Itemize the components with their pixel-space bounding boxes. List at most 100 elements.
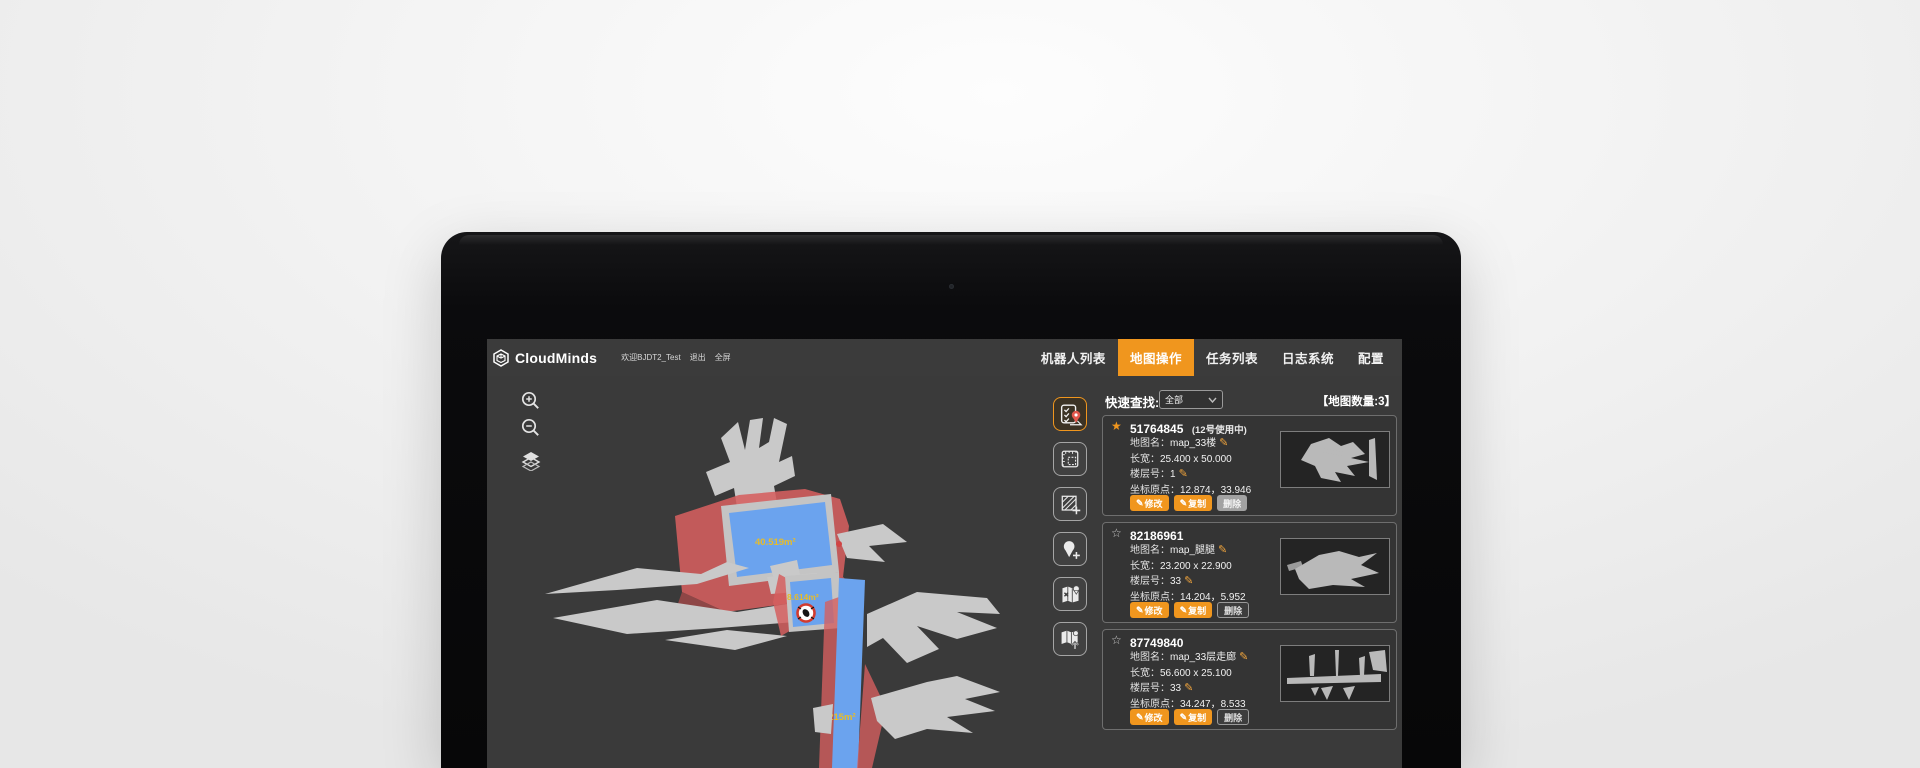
measure-area-icon [1058, 447, 1082, 471]
delete-button[interactable]: 删除 [1217, 602, 1249, 618]
laptop-mockup: CloudMinds 欢迎BJDT2_Test 退出 全屏 机器人列表 地图操作… [441, 232, 1461, 768]
map-edit-toolbar [1053, 397, 1087, 656]
tool-patrol-point-list[interactable] [1053, 397, 1087, 431]
edit-icon[interactable]: ✎ [1184, 575, 1193, 587]
map-origin-value: 12.874，33.946 [1180, 485, 1251, 496]
tool-add-poi[interactable] [1053, 532, 1087, 566]
tab-config[interactable]: 配置 [1346, 339, 1396, 376]
fullscreen-link[interactable]: 全屏 [715, 352, 731, 363]
field-label-floor: 楼层号： [1130, 469, 1170, 480]
map-count-badge: 【地图数量:3】 [1317, 393, 1396, 409]
map-card-fields: 地图名：map_33楼✎ 长宽：25.400 x 50.000 楼层号：1✎ 坐… [1130, 436, 1251, 498]
map-in-use-suffix: (12号使用中) [1192, 425, 1247, 436]
field-label-origin: 坐标原点： [1130, 592, 1180, 603]
map-card: ★ 51764845 (12号使用中) 地图名：map_33楼✎ 长宽：25.4… [1102, 415, 1397, 516]
map-name-value: map_腿腿 [1170, 545, 1215, 556]
edit-icon[interactable]: ✎ [1218, 544, 1227, 556]
field-label-floor: 楼层号： [1130, 576, 1170, 587]
modify-button[interactable]: ✎修改 [1130, 602, 1169, 618]
top-navbar: CloudMinds 欢迎BJDT2_Test 退出 全屏 机器人列表 地图操作… [487, 339, 1402, 376]
map-size-value: 25.400 x 50.000 [1160, 454, 1232, 465]
map-id: 87749840 [1130, 636, 1183, 650]
star-icon[interactable]: ★ [1111, 419, 1122, 433]
map-card-fields: 地图名：map_腿腿✎ 长宽：23.200 x 22.900 楼层号：33✎ 坐… [1130, 543, 1246, 605]
patrol-point-list-icon [1057, 401, 1083, 428]
edit-icon[interactable]: ✎ [1219, 437, 1228, 449]
modify-button[interactable]: ✎修改 [1130, 709, 1169, 725]
tool-upload-map[interactable] [1053, 622, 1087, 656]
copy-button[interactable]: ✎复制 [1174, 495, 1213, 511]
filter-selected-value: 全部 [1165, 393, 1208, 406]
delete-button[interactable]: 删除 [1217, 495, 1247, 511]
tool-map-marker[interactable] [1053, 577, 1087, 611]
zoom-out-button[interactable] [521, 418, 541, 438]
map-thumbnail [1280, 431, 1390, 488]
field-label-floor: 楼层号： [1130, 683, 1170, 694]
map-origin-value: 14.204，5.952 [1180, 592, 1246, 603]
chevron-down-icon [1208, 397, 1217, 403]
map-card-actions: ✎修改 ✎复制 删除 [1130, 495, 1247, 511]
upload-map-icon [1058, 627, 1083, 652]
tab-robot-list[interactable]: 机器人列表 [1029, 339, 1118, 376]
map-card: ☆ 82186961 地图名：map_腿腿✎ 长宽：23.200 x 22.90… [1102, 522, 1397, 623]
map-canvas[interactable]: 40.519m² 8.614m² [487, 376, 1100, 768]
tool-measure-area[interactable] [1053, 442, 1087, 476]
field-label-name: 地图名： [1130, 652, 1170, 663]
edit-icon: ✎ [1136, 605, 1144, 616]
map-floor-value: 33 [1170, 576, 1181, 587]
modify-button[interactable]: ✎修改 [1130, 495, 1169, 511]
edit-icon: ✎ [1180, 605, 1188, 616]
edit-icon: ✎ [1180, 712, 1188, 723]
add-poi-icon [1058, 537, 1082, 561]
star-icon[interactable]: ☆ [1111, 526, 1122, 540]
delete-button[interactable]: 删除 [1217, 709, 1249, 725]
map-size-value: 23.200 x 22.900 [1160, 561, 1232, 572]
zoom-in-button[interactable] [521, 391, 541, 411]
cloudminds-logo-icon [492, 349, 510, 367]
star-icon[interactable]: ☆ [1111, 633, 1122, 647]
field-label-name: 地图名： [1130, 545, 1170, 556]
filter-select[interactable]: 全部 [1159, 390, 1223, 409]
map-pointcloud-right-low [871, 676, 1000, 739]
map-name-value: map_33楼 [1170, 438, 1216, 449]
map-card-fields: 地图名：map_33层走廊✎ 长宽：56.600 x 25.100 楼层号：33… [1130, 650, 1248, 712]
map-thumbnail [1280, 538, 1390, 595]
map-mini-marker [836, 541, 842, 547]
tool-add-virtual-wall[interactable] [1053, 487, 1087, 521]
edit-icon: ✎ [1136, 712, 1144, 723]
map-block-bottom [813, 704, 833, 734]
map-floor-value: 1 [1170, 469, 1176, 480]
copy-button[interactable]: ✎复制 [1174, 602, 1213, 618]
tab-map-operation[interactable]: 地图操作 [1118, 339, 1194, 376]
copy-button[interactable]: ✎复制 [1174, 709, 1213, 725]
map-card-actions: ✎修改 ✎复制 删除 [1130, 602, 1249, 618]
map-with-pin-icon [1058, 582, 1083, 607]
layers-button[interactable] [521, 451, 541, 471]
tab-task-list[interactable]: 任务列表 [1194, 339, 1270, 376]
edit-icon: ✎ [1136, 498, 1144, 509]
map-id: 82186961 [1130, 529, 1183, 543]
edit-icon[interactable]: ✎ [1239, 651, 1248, 663]
tab-log-system[interactable]: 日志系统 [1270, 339, 1346, 376]
add-virtual-wall-icon [1058, 492, 1082, 516]
logout-link[interactable]: 退出 [690, 352, 706, 363]
map-size-value: 56.600 x 25.100 [1160, 668, 1232, 679]
app-screen: CloudMinds 欢迎BJDT2_Test 退出 全屏 机器人列表 地图操作… [487, 339, 1402, 768]
map-list-panel: 快速查找: 全部 【地图数量:3】 ★ 51764845 (12号使用中) [1099, 376, 1399, 768]
brand-name: CloudMinds [515, 350, 597, 366]
brand: CloudMinds [492, 349, 597, 367]
field-label-size: 长宽： [1130, 561, 1160, 572]
map-card: ☆ 87749840 地图名：map_33层走廊✎ 长宽：56.600 x 25… [1102, 629, 1397, 730]
field-label-size: 长宽： [1130, 668, 1160, 679]
field-label-name: 地图名： [1130, 438, 1170, 449]
welcome-text: 欢迎BJDT2_Test [621, 352, 681, 363]
edit-icon[interactable]: ✎ [1179, 468, 1188, 480]
map-card-actions: ✎修改 ✎复制 删除 [1130, 709, 1249, 725]
map-name-value: map_33层走廊 [1170, 652, 1236, 663]
map-thumbnail [1280, 645, 1390, 702]
map-origin-value: 34.247，8.533 [1180, 699, 1246, 710]
area-label-room-small: 8.614m² [787, 592, 819, 602]
field-label-size: 长宽： [1130, 454, 1160, 465]
edit-icon[interactable]: ✎ [1184, 682, 1193, 694]
map-pointcloud-left-3 [665, 630, 787, 650]
